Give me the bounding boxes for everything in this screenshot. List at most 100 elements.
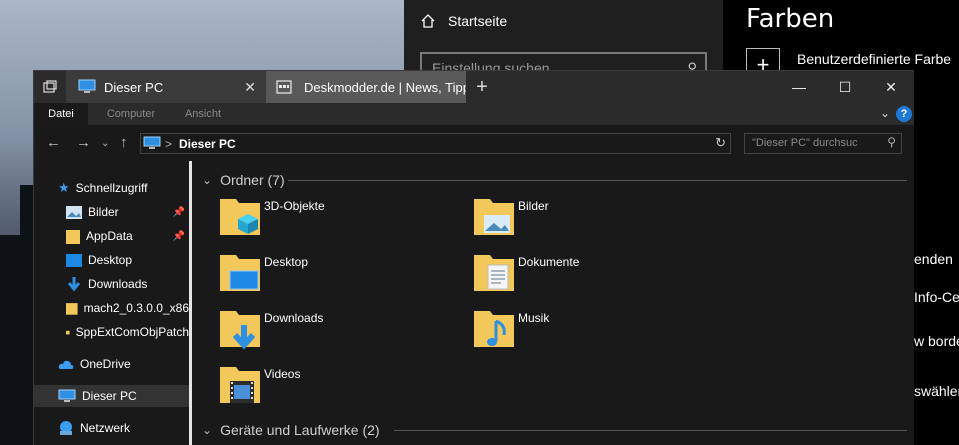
pane-splitter[interactable] — [189, 161, 192, 445]
folder-label: Musik — [518, 311, 550, 325]
folder-icon — [66, 302, 78, 315]
nav-label: Dieser PC — [82, 389, 137, 403]
folder-music[interactable]: Musik — [472, 307, 722, 357]
cloud-icon — [58, 360, 74, 369]
group-header-devices[interactable]: ⌄ Geräte und Laufwerke (2) — [194, 419, 380, 441]
settings-text-fragment: enden — [914, 251, 953, 267]
folder-pictures[interactable]: Bilder — [472, 195, 722, 245]
folder-3d-objects[interactable]: 3D-Objekte — [218, 195, 468, 245]
folder-videos[interactable]: Videos — [218, 363, 468, 413]
music-icon — [474, 311, 514, 347]
breadcrumb-separator: > — [165, 137, 173, 151]
downloads-icon — [67, 277, 81, 292]
pictures-icon — [474, 199, 514, 235]
network-icon — [60, 421, 72, 435]
ribbon: Datei Computer Ansicht ⌄ ? — [34, 103, 914, 125]
pictures-icon — [66, 205, 82, 219]
nav-item-mach2[interactable]: mach2_0.3.0.0_x86 — [34, 297, 189, 319]
maximize-button[interactable]: ☐ — [822, 71, 868, 103]
new-tab-button[interactable]: + — [466, 71, 498, 103]
browser-icon — [276, 80, 292, 94]
tab-label: Deskmodder.de | News, Tipps — [304, 79, 466, 95]
task-view-icon — [43, 80, 57, 93]
folder-downloads[interactable]: Downloads — [218, 307, 468, 357]
settings-text-fragment: w borde — [914, 333, 959, 349]
nav-label: Schnellzugriff — [75, 181, 148, 195]
nav-label: SppExtComObjPatch — [75, 325, 189, 339]
chevron-down-icon[interactable]: ⌄ — [880, 106, 890, 120]
videos-icon — [220, 367, 260, 403]
nav-label: Netzwerk — [80, 421, 131, 435]
close-button[interactable]: ✕ — [868, 71, 914, 103]
ribbon-tab-view[interactable]: Ansicht — [172, 103, 234, 125]
nav-item-desktop[interactable]: Desktop — [34, 249, 189, 271]
nav-item-sppextcomobjpatch[interactable]: SppExtComObjPatch — [34, 321, 189, 343]
up-arrow-icon[interactable]: ↑ — [120, 134, 128, 151]
group-divider — [288, 180, 907, 181]
group-title: Geräte und Laufwerke (2) — [220, 422, 380, 438]
back-arrow-icon[interactable]: ← — [46, 134, 61, 151]
3d-objects-icon — [220, 199, 260, 235]
settings-text-fragment: Info-Ce — [914, 289, 959, 305]
folder-label: Bilder — [518, 199, 549, 213]
group-divider — [394, 430, 907, 431]
pin-icon: 📌 — [172, 230, 185, 242]
settings-home-label: Startseite — [448, 13, 508, 29]
refresh-icon[interactable]: ↻ — [715, 135, 726, 151]
search-icon: ⚲ — [887, 135, 896, 149]
folder-label: Videos — [264, 367, 301, 381]
close-icon[interactable]: ✕ — [244, 79, 256, 96]
nav-label: Downloads — [88, 277, 148, 291]
nav-label: AppData — [86, 229, 133, 243]
settings-home-link[interactable]: Startseite — [420, 10, 507, 32]
tab-dieser-pc[interactable]: Dieser PC ✕ — [66, 71, 266, 103]
forward-arrow-icon[interactable]: → — [76, 134, 91, 151]
nav-quick-access[interactable]: ★ Schnellzugriff — [34, 177, 189, 199]
downloads-icon — [220, 311, 260, 350]
nav-this-pc[interactable]: Dieser PC — [34, 385, 189, 407]
nav-label: Bilder — [88, 205, 119, 219]
nav-item-downloads[interactable]: Downloads — [34, 273, 189, 295]
explorer-window: Dieser PC ✕ Deskmodder.de | News, Tipps … — [33, 70, 914, 445]
ribbon-tab-file[interactable]: Datei — [34, 103, 88, 125]
nav-item-appdata[interactable]: AppData 📌 — [34, 225, 189, 247]
nav-label: OneDrive — [80, 357, 131, 371]
desktop-icon — [66, 253, 82, 267]
group-title: Ordner (7) — [220, 172, 285, 188]
computer-icon — [58, 389, 76, 402]
folder-label: 3D-Objekte — [264, 199, 325, 213]
nav-item-bilder[interactable]: Bilder 📌 — [34, 201, 189, 223]
minimize-button[interactable]: — — [776, 71, 822, 103]
breadcrumb[interactable]: Dieser PC — [179, 137, 236, 151]
folder-documents[interactable]: Dokumente — [472, 251, 722, 301]
content-area: ⌄ Ordner (7) 3D-Objekte Bilder Desktop D… — [194, 161, 914, 445]
address-toolbar: ← → ⌄ ↑ > Dieser PC ↻ "Dieser PC" durchs… — [34, 125, 914, 161]
nav-onedrive[interactable]: OneDrive — [34, 353, 189, 375]
address-bar[interactable]: > Dieser PC ↻ — [140, 133, 731, 154]
desktop-icon — [220, 255, 260, 291]
chevron-down-icon: ⌄ — [202, 423, 213, 437]
search-input[interactable]: "Dieser PC" durchsuc ⚲ — [744, 133, 902, 154]
ribbon-tab-computer[interactable]: Computer — [96, 103, 166, 125]
nav-network[interactable]: Netzwerk — [34, 417, 189, 439]
home-icon — [421, 14, 435, 28]
page-title: Farben — [746, 4, 835, 34]
task-view-button[interactable] — [34, 71, 66, 103]
documents-icon — [474, 255, 514, 291]
star-icon: ★ — [58, 180, 70, 195]
folder-label: Desktop — [264, 255, 309, 269]
tab-label: Dieser PC — [104, 79, 164, 95]
folder-desktop[interactable]: Desktop — [218, 251, 468, 301]
tab-deskmodder[interactable]: Deskmodder.de | News, Tipps — [266, 71, 466, 103]
search-placeholder: "Dieser PC" durchsuc — [752, 137, 858, 149]
folder-icon — [66, 330, 70, 334]
group-header-folders[interactable]: ⌄ Ordner (7) — [194, 169, 285, 191]
recent-dropdown-icon[interactable]: ⌄ — [101, 138, 109, 149]
folder-icon — [66, 229, 80, 244]
computer-icon — [78, 79, 96, 93]
folder-label: Dokumente — [518, 255, 580, 269]
chevron-down-icon: ⌄ — [202, 173, 213, 187]
help-button[interactable]: ? — [896, 106, 912, 122]
nav-label: mach2_0.3.0.0_x86 — [83, 301, 189, 315]
custom-color-label[interactable]: Benutzerdefinierte Farbe — [797, 51, 951, 67]
